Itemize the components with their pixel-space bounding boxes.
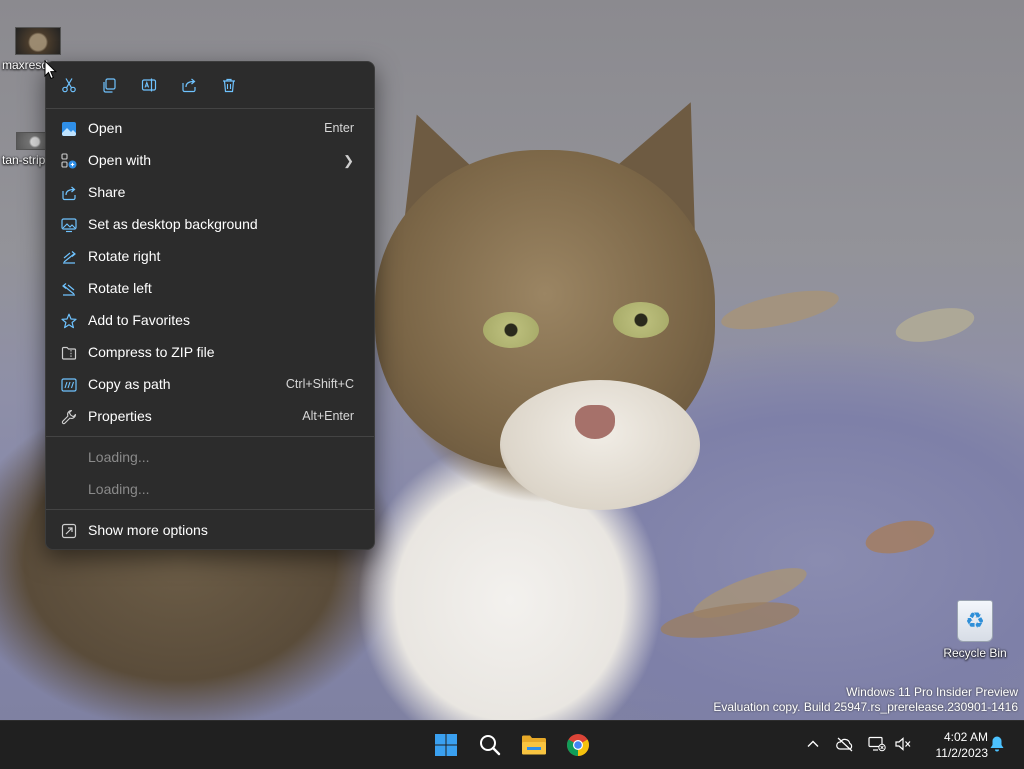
- menu-item-label: Share: [88, 184, 126, 200]
- cat-nose: [575, 405, 615, 439]
- rotate-right-icon: [60, 248, 77, 265]
- menu-item-label: Rotate left: [88, 280, 152, 296]
- recycle-bin-icon: ♻: [957, 600, 993, 642]
- menu-item-shortcut: Alt+Enter: [302, 409, 354, 423]
- clock-time: 4:02 AM: [943, 730, 988, 744]
- network-disconnected-icon: [868, 736, 886, 752]
- onedrive-button[interactable]: [834, 733, 856, 755]
- file-explorer-icon: [522, 735, 546, 755]
- copy-button[interactable]: [94, 71, 124, 99]
- share-icon: [182, 78, 196, 93]
- chevron-up-icon: [807, 740, 819, 747]
- cat-eye-right: [613, 302, 669, 338]
- leaf-decoration: [718, 282, 842, 338]
- menu-item-shortcut: Enter: [324, 121, 354, 135]
- share-quick-button[interactable]: [174, 71, 204, 99]
- rename-button[interactable]: [134, 71, 164, 99]
- mouse-cursor-icon: [44, 60, 58, 80]
- menu-item-label: Rotate right: [88, 248, 161, 264]
- delete-icon: [223, 78, 235, 93]
- path-icon: [60, 376, 77, 393]
- wrench-icon: [60, 408, 77, 425]
- menu-item-label: Copy as path: [88, 376, 171, 392]
- clock[interactable]: 4:02 AM 11/2/2023: [918, 729, 989, 761]
- copy-icon: [103, 78, 116, 93]
- menu-item-shortcut: Ctrl+Shift+C: [285, 377, 354, 391]
- leaf-decoration: [892, 302, 978, 348]
- menu-item-loading: Loading...: [52, 474, 368, 504]
- rename-icon: [141, 78, 157, 92]
- notifications-button[interactable]: [986, 733, 1008, 755]
- start-icon: [435, 734, 457, 756]
- bell-icon: [990, 736, 1004, 752]
- chrome-button[interactable]: [560, 727, 596, 763]
- menu-separator: [46, 436, 374, 437]
- open-with-icon: [60, 152, 77, 169]
- desktop-icon-recycle-bin[interactable]: ♻ Recycle Bin: [939, 600, 1011, 660]
- menu-item-label: Set as desktop background: [88, 216, 258, 232]
- menu-item-rotate-left[interactable]: Rotate left: [52, 273, 368, 303]
- menu-item-label: Show more options: [88, 522, 208, 538]
- menu-item-copy-as-path[interactable]: Copy as path Ctrl+Shift+C: [52, 369, 368, 399]
- image-thumbnail-icon: [16, 132, 48, 150]
- menu-item-label: Properties: [88, 408, 152, 424]
- clock-date: 11/2/2023: [935, 746, 989, 760]
- menu-item-show-more-options[interactable]: Show more options: [52, 515, 368, 545]
- menu-item-label: Loading...: [88, 449, 150, 465]
- menu-item-compress-zip[interactable]: Compress to ZIP file: [52, 337, 368, 367]
- network-button[interactable]: [866, 733, 888, 755]
- rotate-left-icon: [60, 280, 77, 297]
- more-options-icon: [60, 522, 77, 539]
- cut-button[interactable]: [54, 71, 84, 99]
- menu-item-label: Compress to ZIP file: [88, 344, 215, 360]
- start-button[interactable]: [428, 727, 464, 763]
- taskbar: 4:02 AM 11/2/2023: [0, 720, 1024, 769]
- evaluation-watermark: Windows 11 Pro Insider Preview Evaluatio…: [713, 685, 1018, 715]
- menu-item-open[interactable]: Open Enter: [52, 113, 368, 143]
- menu-item-loading: Loading...: [52, 442, 368, 472]
- menu-item-set-desktop-background[interactable]: Set as desktop background: [52, 209, 368, 239]
- menu-item-rotate-right[interactable]: Rotate right: [52, 241, 368, 271]
- chrome-icon: [567, 734, 589, 756]
- menu-item-label: Loading...: [88, 481, 150, 497]
- context-menu: Open Enter Open with ❯ Share Set as desk…: [45, 61, 375, 550]
- menu-item-share[interactable]: Share: [52, 177, 368, 207]
- menu-item-label: Open: [88, 120, 123, 136]
- menu-item-add-to-favorites[interactable]: Add to Favorites: [52, 305, 368, 335]
- show-hidden-icons-button[interactable]: [802, 733, 824, 755]
- desktop-icon-label: Recycle Bin: [943, 646, 1007, 660]
- menu-item-label: Open with: [88, 152, 152, 168]
- menu-separator: [46, 509, 374, 510]
- menu-item-properties[interactable]: Properties Alt+Enter: [52, 401, 368, 431]
- cut-icon: [62, 78, 76, 93]
- watermark-line-1: Windows 11 Pro Insider Preview: [846, 685, 1018, 699]
- menu-item-label: Add to Favorites: [88, 312, 190, 328]
- star-icon: [60, 312, 77, 329]
- volume-button[interactable]: [892, 733, 914, 755]
- quick-actions-bar: [46, 62, 374, 109]
- search-button[interactable]: [472, 727, 508, 763]
- file-explorer-button[interactable]: [516, 727, 552, 763]
- menu-item-open-with[interactable]: Open with ❯: [52, 145, 368, 175]
- cat-muzzle: [500, 380, 700, 510]
- cloud-offline-icon: [836, 737, 853, 752]
- leaf-decoration: [862, 515, 938, 559]
- search-icon: [480, 735, 501, 756]
- wallpaper-icon: [60, 216, 77, 233]
- share-icon: [60, 184, 77, 201]
- photos-icon: [60, 120, 77, 137]
- chevron-right-icon: ❯: [343, 153, 354, 168]
- volume-muted-icon: [895, 737, 911, 751]
- image-thumbnail-icon: [15, 27, 61, 55]
- zip-icon: [60, 344, 77, 361]
- delete-button[interactable]: [214, 71, 244, 99]
- cat-eye-left: [483, 312, 539, 348]
- watermark-line-2: Evaluation copy. Build 25947.rs_prerelea…: [713, 700, 1018, 714]
